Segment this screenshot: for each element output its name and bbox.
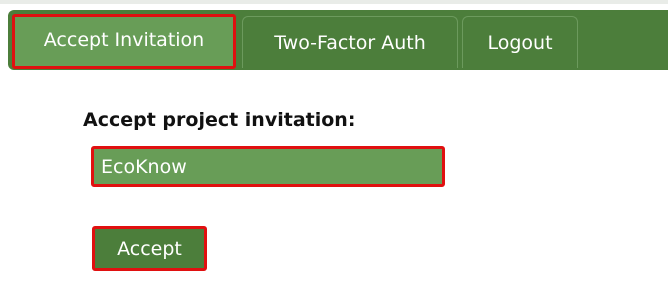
form-label: Accept project invitation: (83, 109, 356, 131)
tab-logout[interactable]: Logout (462, 16, 578, 68)
project-input[interactable] (97, 152, 439, 181)
tab-accept-invitation[interactable]: Accept Invitation (12, 14, 236, 69)
top-divider (0, 0, 668, 4)
accept-button-wrapper: Accept (92, 226, 207, 271)
tab-two-factor-auth[interactable]: Two-Factor Auth (242, 16, 458, 68)
nav-bar: Accept Invitation Two-Factor Auth Logout (8, 10, 668, 70)
project-field-wrapper (91, 146, 445, 187)
accept-button[interactable]: Accept (98, 232, 201, 265)
